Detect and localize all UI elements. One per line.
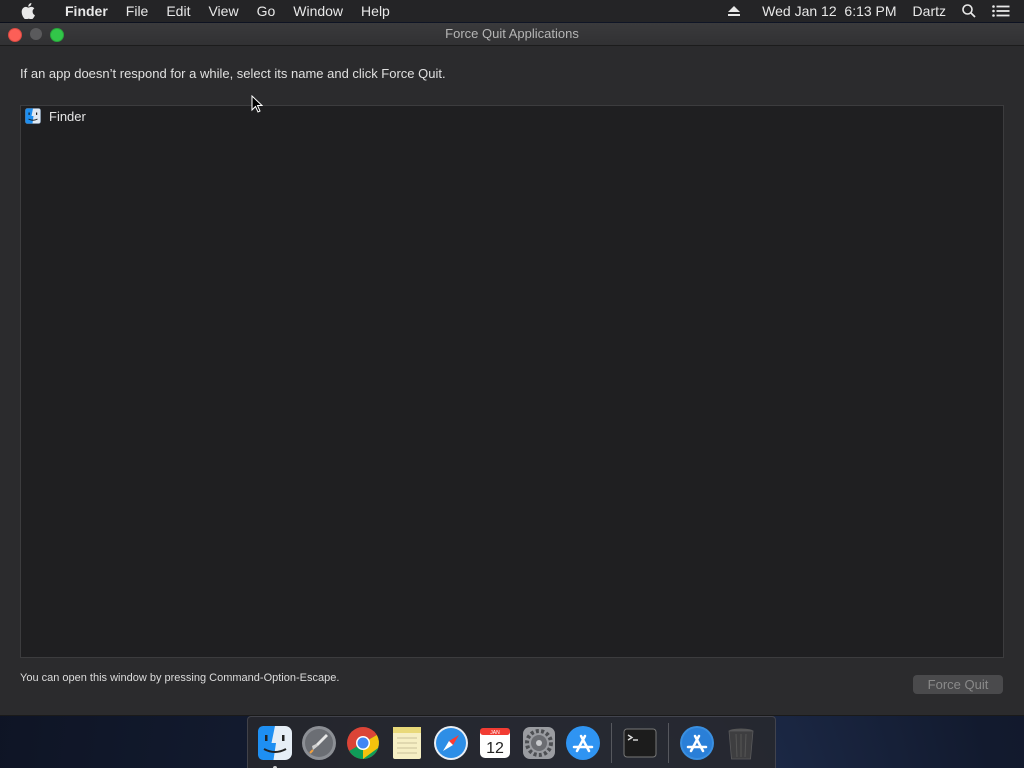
calendar-day: 12 <box>486 740 504 757</box>
trash-icon <box>728 728 754 759</box>
dock-downloads-stack[interactable] <box>678 724 716 762</box>
dock-separator <box>668 722 669 763</box>
spotlight-icon <box>962 4 976 18</box>
launchpad-icon <box>302 725 336 760</box>
dock-finder[interactable] <box>256 724 294 768</box>
safari-icon <box>434 725 468 760</box>
menu-view[interactable]: View <box>199 0 247 22</box>
menu-edit[interactable]: Edit <box>157 0 199 22</box>
instruction-text: If an app doesn’t respond for a while, s… <box>20 66 446 81</box>
app-store-downloads-icon <box>680 725 714 760</box>
menu-help[interactable]: Help <box>352 0 399 22</box>
app-name: Finder <box>49 108 86 124</box>
notification-center-icon <box>992 5 1010 17</box>
notes-icon <box>393 726 421 759</box>
dock-trash[interactable] <box>722 724 760 762</box>
dock-safari[interactable] <box>432 724 470 762</box>
dock: JAN 12 <box>247 716 776 768</box>
finder-icon <box>258 725 292 760</box>
app-store-icon <box>566 725 600 760</box>
terminal-icon <box>623 728 657 757</box>
menu-go[interactable]: Go <box>248 0 285 22</box>
title-bar[interactable]: Force Quit Applications <box>0 23 1024 46</box>
window-title: Force Quit Applications <box>445 26 579 41</box>
list-item[interactable]: Finder <box>21 106 1003 126</box>
menu-file[interactable]: File <box>117 0 158 22</box>
force-quit-window: Force Quit Applications If an app doesn’… <box>0 23 1024 716</box>
dock-app-store[interactable] <box>564 724 602 762</box>
apple-menu[interactable] <box>0 3 56 19</box>
mouse-cursor-icon <box>251 95 263 113</box>
calendar-month: JAN <box>490 730 500 736</box>
notification-center-button[interactable] <box>984 5 1024 17</box>
menu-user[interactable]: Dartz <box>905 0 954 22</box>
dock-calendar[interactable]: JAN 12 <box>476 724 514 762</box>
menu-bar: Finder File Edit View Go Window Help Wed… <box>0 0 1024 22</box>
dock-system-preferences[interactable] <box>520 724 558 762</box>
eject-menu[interactable] <box>720 6 754 16</box>
spotlight-button[interactable] <box>954 4 984 18</box>
menu-window[interactable]: Window <box>284 0 352 22</box>
app-list[interactable]: Finder <box>20 105 1004 658</box>
eject-icon <box>728 6 741 16</box>
chrome-icon <box>347 726 379 759</box>
dock-chrome[interactable] <box>344 724 382 762</box>
shortcut-hint: You can open this window by pressing Com… <box>20 672 340 684</box>
calendar-icon: JAN 12 <box>480 727 510 758</box>
dock-terminal[interactable] <box>621 724 659 762</box>
dock-notes[interactable] <box>388 724 426 762</box>
menu-clock[interactable]: Wed Jan 12 6:13 PM <box>754 0 904 22</box>
dock-separator <box>611 722 612 763</box>
system-preferences-icon <box>523 726 555 759</box>
finder-icon <box>25 108 41 124</box>
dock-launchpad[interactable] <box>300 724 338 762</box>
force-quit-button[interactable]: Force Quit <box>913 675 1003 694</box>
menu-app-name[interactable]: Finder <box>56 0 117 22</box>
apple-icon <box>21 3 35 19</box>
